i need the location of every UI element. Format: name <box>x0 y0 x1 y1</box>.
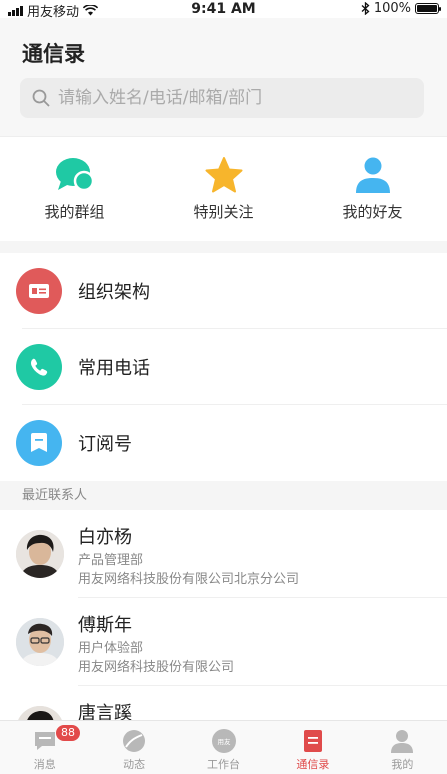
bluetooth-icon <box>361 2 370 15</box>
contact-row[interactable]: 白亦杨 产品管理部 用友网络科技股份有限公司北京分公司 <box>0 510 447 598</box>
contact-name: 白亦杨 <box>78 527 132 548</box>
search-icon <box>32 89 50 107</box>
menu-item-phone[interactable]: 常用电话 <box>0 329 447 405</box>
tab-label: 我的 <box>391 758 414 771</box>
page-title: 通信录 <box>22 42 85 66</box>
menu-item-label: 常用电话 <box>78 358 150 379</box>
profile-icon <box>391 730 414 753</box>
contact-name: 傅斯年 <box>78 615 132 636</box>
workbench-icon: 用友 <box>211 729 236 753</box>
tab-dynamic[interactable]: 动态 <box>89 721 178 774</box>
contacts-icon <box>303 730 322 752</box>
header: 通信录 <box>0 18 447 136</box>
tab-label: 工作台 <box>207 758 241 771</box>
menu-list: 组织架构 常用电话 订阅号 <box>0 253 447 481</box>
quick-link-label: 我的好友 <box>342 203 403 221</box>
contact-company: 用友网络科技股份有限公司北京分公司 <box>78 572 300 587</box>
menu-item-label: 订阅号 <box>78 434 132 455</box>
unread-badge: 88 <box>56 725 80 741</box>
recent-contacts-header: 最近联系人 <box>0 481 447 510</box>
tab-label: 消息 <box>33 758 56 771</box>
contact-department: 产品管理部 <box>78 553 144 568</box>
contact-department: 用户体验部 <box>78 641 144 656</box>
menu-item-organization[interactable]: 组织架构 <box>0 253 447 329</box>
quick-link-special-follow[interactable]: 特别关注 <box>164 137 284 242</box>
dynamic-icon <box>123 730 146 752</box>
tab-bar: 88 消息 动态 用友 工作台 通信录 我的 <box>0 720 447 774</box>
contact-row[interactable]: 傅斯年 用户体验部 用友网络科技股份有限公司 <box>0 598 447 686</box>
tab-workbench[interactable]: 用友 工作台 <box>179 721 268 774</box>
quick-links: 我的群组 特别关注 我的好友 <box>0 136 447 242</box>
quick-link-label: 我的群组 <box>44 203 105 221</box>
search-bar[interactable] <box>20 78 424 118</box>
quick-link-my-groups[interactable]: 我的群组 <box>15 137 135 242</box>
star-icon <box>205 157 242 193</box>
phone-icon <box>16 344 62 390</box>
tab-profile[interactable]: 我的 <box>358 721 447 774</box>
status-bar: 用友移动 9:41 AM 100% <box>0 0 447 20</box>
tab-messages[interactable]: 88 消息 <box>0 721 89 774</box>
battery-icon <box>415 3 441 14</box>
quick-link-label: 特别关注 <box>193 203 254 221</box>
avatar <box>16 618 64 666</box>
battery-percent: 100% <box>373 1 411 16</box>
menu-item-subscription[interactable]: 订阅号 <box>0 405 447 481</box>
group-chat-icon <box>55 158 94 192</box>
message-icon <box>34 732 55 750</box>
tab-label: 通信录 <box>296 758 330 771</box>
bookmark-icon <box>16 420 62 466</box>
menu-item-label: 组织架构 <box>78 282 150 303</box>
avatar <box>16 530 64 578</box>
quick-link-my-friends[interactable]: 我的好友 <box>313 137 433 242</box>
workbench-icon-text: 用友 <box>217 737 231 746</box>
id-card-icon <box>16 268 62 314</box>
search-input[interactable] <box>56 87 400 109</box>
tab-contacts[interactable]: 通信录 <box>268 721 357 774</box>
tab-label: 动态 <box>123 758 146 771</box>
contact-company: 用友网络科技股份有限公司 <box>78 660 235 675</box>
section-divider <box>0 241 447 253</box>
person-icon <box>355 157 390 193</box>
